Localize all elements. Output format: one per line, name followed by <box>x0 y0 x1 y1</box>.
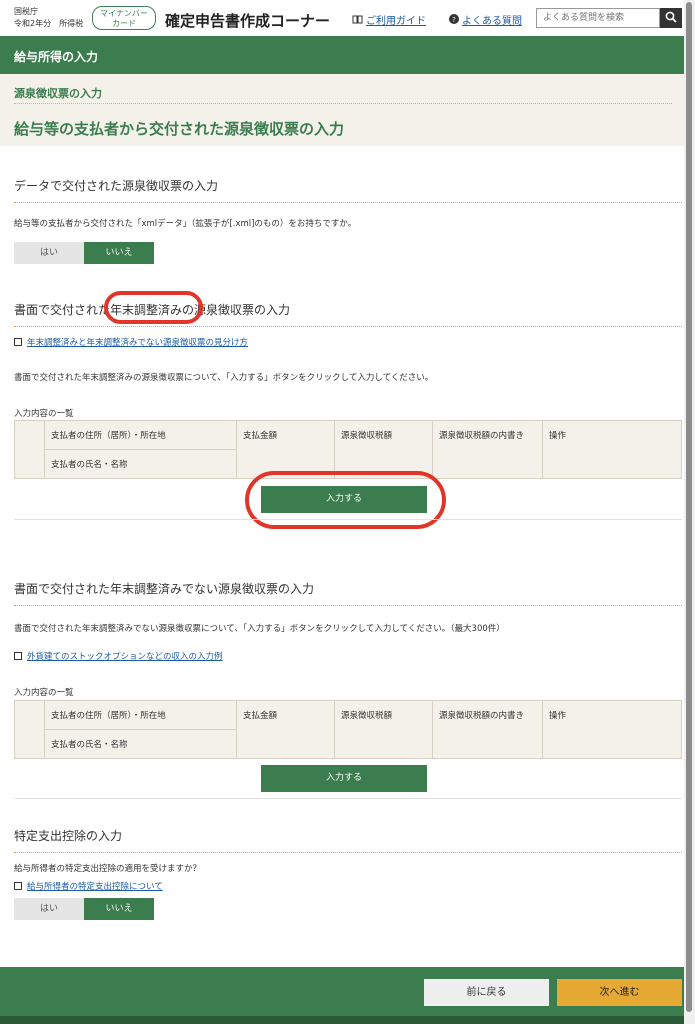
site-header: 国税庁 令和2年分 所得税 マイナンバー カード 確定申告書作成コーナー ご利用… <box>0 0 684 36</box>
unadjusted-instruction: 書面で交付された年末調整済みでない源泉徴収票について、「入力する」ボタンをクリッ… <box>14 624 505 634</box>
unadjusted-input-button[interactable]: 入力する <box>261 765 427 792</box>
xml-toggle: はい いいえ <box>14 242 154 264</box>
header-tax-breakdown: 源泉徴収税額の内書き <box>432 420 543 479</box>
table-cell <box>14 700 45 759</box>
unadjusted-section-heading: 書面で交付された年末調整済みでない源泉徴収票の入力 <box>14 580 682 606</box>
faq-link-label: よくある質問 <box>462 16 522 27</box>
table-row: 支払者の住所（居所）・所在地 支払金額 源泉徴収税額 源泉徴収税額の内書き 操作 <box>14 700 682 759</box>
agency-name: 国税庁 <box>14 7 38 16</box>
mynumber-label-2: カード <box>112 19 136 28</box>
adjusted-help-link-label: 年末調整済みと年末調整済みでない源泉徴収票の見分け方 <box>27 338 249 348</box>
stock-option-link-label: 外貨建てのストックオプションなどの収入の入力例 <box>27 652 223 662</box>
unadjusted-list-label: 入力内容の一覧 <box>14 688 74 698</box>
page-title: 給与等の支払者から交付された源泉徴収票の入力 <box>14 120 345 138</box>
xml-no-button[interactable]: いいえ <box>84 242 154 264</box>
table-row: 支払者の住所（居所）・所在地 支払金額 源泉徴収税額 源泉徴収税額の内書き 操作 <box>14 420 682 479</box>
scrollbar-thumb[interactable] <box>686 2 692 1012</box>
divider <box>14 103 672 104</box>
document-icon <box>14 338 22 346</box>
tax-year: 令和2年分 所得税 <box>14 19 84 28</box>
header-tax-breakdown: 源泉徴収税額の内書き <box>432 700 543 759</box>
document-icon <box>14 882 22 890</box>
header-operation: 操作 <box>542 700 682 759</box>
header-address: 支払者の住所（居所）・所在地 <box>44 420 237 450</box>
stock-option-link[interactable]: 外貨建てのストックオプションなどの収入の入力例 <box>14 650 223 662</box>
guide-link[interactable]: ご利用ガイド <box>352 12 426 27</box>
agency-label: 国税庁 令和2年分 所得税 <box>14 6 83 30</box>
header-name: 支払者の氏名・名称 <box>44 449 237 479</box>
divider <box>14 519 682 520</box>
question-circle-icon: ? <box>449 14 459 27</box>
site-title: 確定申告書作成コーナー <box>165 12 331 30</box>
footer-bottom-band <box>0 1016 684 1024</box>
annotation-highlight-button <box>245 471 446 529</box>
header-amount: 支払金額 <box>236 700 335 759</box>
guide-link-label: ご利用ガイド <box>366 16 426 27</box>
svg-text:?: ? <box>452 16 456 24</box>
mynumber-card-button[interactable]: マイナンバー カード <box>92 6 156 30</box>
xml-section-heading: データで交付された源泉徴収票の入力 <box>14 177 682 203</box>
mynumber-label-1: マイナンバー <box>100 9 148 18</box>
annotation-highlight-heading <box>104 291 203 324</box>
header-operation: 操作 <box>542 420 682 479</box>
deduction-help-link-label: 給与所得者の特定支出控除について <box>27 882 163 892</box>
search-icon <box>665 11 677 26</box>
document-icon <box>14 652 22 660</box>
next-button[interactable]: 次へ進む <box>557 979 682 1006</box>
header-amount: 支払金額 <box>236 420 335 479</box>
book-icon <box>352 15 363 27</box>
search-button[interactable] <box>660 8 682 28</box>
table-cell <box>14 420 45 479</box>
header-tax: 源泉徴収税額 <box>334 700 433 759</box>
adjusted-list-label: 入力内容の一覧 <box>14 409 74 419</box>
xml-yes-button[interactable]: はい <box>14 242 84 264</box>
deduction-section-heading: 特定支出控除の入力 <box>14 827 682 853</box>
header-name: 支払者の氏名・名称 <box>44 729 237 759</box>
divider <box>14 798 682 799</box>
unadjusted-input-table: 支払者の住所（居所）・所在地 支払金額 源泉徴収税額 源泉徴収税額の内書き 操作… <box>14 700 682 759</box>
deduction-toggle: はい いいえ <box>14 898 154 920</box>
back-button[interactable]: 前に戻る <box>424 979 549 1006</box>
adjusted-help-link[interactable]: 年末調整済みと年末調整済みでない源泉徴収票の見分け方 <box>14 336 248 348</box>
header-tax: 源泉徴収税額 <box>334 420 433 479</box>
section-title-bar: 給与所得の入力 <box>0 36 684 74</box>
page-header: 源泉徴収票の入力 給与等の支払者から交付された源泉徴収票の入力 <box>0 74 684 146</box>
deduction-no-button[interactable]: いいえ <box>84 898 154 920</box>
deduction-yes-button[interactable]: はい <box>14 898 84 920</box>
faq-search-input[interactable] <box>536 8 660 28</box>
xml-question: 給与等の支払者から交付された「xmlデータ」（拡張子が[.xml]のもの）をお持… <box>14 219 357 229</box>
adjusted-instruction: 書面で交付された年末調整済みの源泉徴収票について、「入力する」ボタンをクリックし… <box>14 373 434 383</box>
breadcrumb: 源泉徴収票の入力 <box>14 87 102 100</box>
faq-link[interactable]: ? よくある質問 <box>449 12 522 27</box>
header-address: 支払者の住所（居所）・所在地 <box>44 700 237 730</box>
deduction-help-link[interactable]: 給与所得者の特定支出控除について <box>14 880 163 892</box>
deduction-question: 給与所得者の特定支出控除の適用を受けますか？ <box>14 864 202 874</box>
